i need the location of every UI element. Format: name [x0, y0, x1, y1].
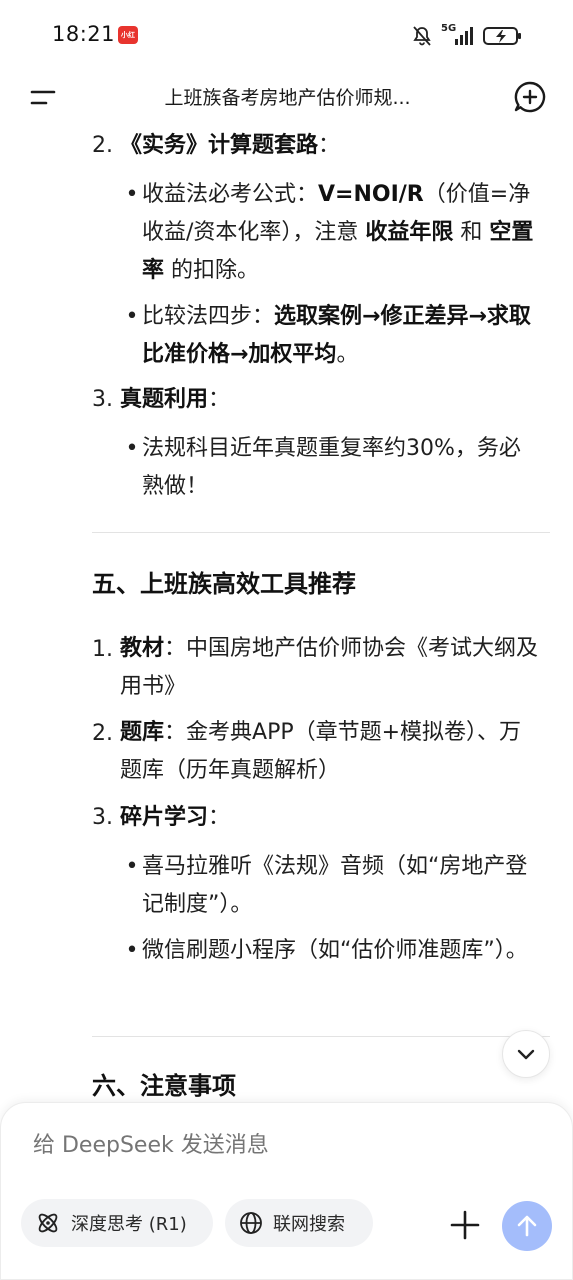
bullet-icon: • — [125, 304, 139, 329]
status-bar: 18:21 小红书 5G — [0, 0, 573, 72]
plus-icon — [450, 1210, 480, 1240]
list-item-suffix: ： — [208, 805, 231, 830]
bullet-text: 收益法必考公式：V=NOI/R（价值=净收益/资本化率），注意 收益年限 和 空… — [142, 176, 542, 290]
menu-icon — [30, 90, 56, 105]
list-item-title: 真题利用 — [120, 387, 209, 412]
globe-icon — [240, 1212, 262, 1234]
xiaohongshu-app-icon: 小红书 — [118, 26, 138, 57]
text-segment: 和 — [453, 220, 490, 245]
list-number: 3. — [92, 805, 113, 830]
deep-think-toggle[interactable]: 深度思考 (R1) — [21, 1199, 213, 1247]
message-input[interactable] — [33, 1127, 513, 1163]
chevron-down-icon — [517, 1049, 535, 1060]
list-number: 2. — [92, 133, 113, 158]
new-chat-button[interactable] — [513, 80, 547, 114]
bullet-icon: • — [125, 182, 139, 207]
section-heading-tools: 五、上班族高效工具推荐 — [92, 570, 356, 598]
atom-icon — [38, 1213, 58, 1233]
bullet-text: 法规科目近年真题重复率约30%，务必熟做！ — [142, 436, 521, 499]
bullet-item: • 收益法必考公式：V=NOI/R（价值=净收益/资本化率），注意 收益年限 和… — [122, 176, 542, 290]
tool-item-textbook: 教材：中国房地产估价师协会《考试大纲及用书》 — [120, 630, 540, 706]
web-search-label: 联网搜索 — [273, 1214, 345, 1235]
bullet-text: 喜马拉雅听《法规》音频（如“房地产登记制度”）。 — [142, 854, 528, 917]
divider — [92, 1036, 550, 1037]
chat-header: 上班族备考房地产估价师规... — [0, 72, 573, 124]
list-item-title: 题库 — [120, 720, 165, 745]
text-segment: 收益法必考公式： — [142, 182, 319, 207]
divider — [92, 532, 550, 533]
section-heading-notes: 六、注意事项 — [92, 1072, 236, 1100]
bullet-item: • 法规科目近年真题重复率约30%，务必熟做！ — [122, 430, 542, 506]
list-number: 1. — [92, 637, 113, 662]
list-item-past-exams: 3. 真题利用： — [92, 382, 230, 418]
tool-item-fragment-learning: 3. 碎片学习： — [92, 800, 230, 836]
arrow-up-icon — [517, 1215, 537, 1237]
send-button[interactable] — [502, 1201, 552, 1251]
status-icons: 5G — [411, 23, 523, 48]
new-chat-icon — [514, 81, 546, 113]
bullet-icon: • — [125, 854, 139, 879]
web-search-toggle[interactable]: 联网搜索 — [225, 1199, 373, 1247]
bullet-text: 微信刷题小程序（如“估价师准题库”）。 — [142, 938, 528, 963]
list-item-suffix: ： — [208, 387, 231, 412]
text-segment: 的扣除。 — [164, 258, 260, 283]
bullet-icon: • — [125, 436, 139, 461]
text-segment: ：金考典APP（章节题+模拟卷）、万题库（历年真题解析） — [120, 720, 522, 783]
bullet-icon: • — [125, 938, 139, 963]
tool-item-number: 1. — [92, 632, 120, 668]
bold-text: 收益年限 — [365, 220, 454, 245]
list-item-practice: 2. 《实务》计算题套路： — [92, 128, 340, 164]
attach-button[interactable] — [447, 1207, 483, 1243]
battery-charging-icon — [483, 27, 521, 45]
status-time: 18:21 — [52, 22, 116, 46]
list-number: 3. — [92, 387, 113, 412]
text-segment: 。 — [336, 342, 359, 367]
tool-item-number: 2. — [92, 716, 120, 752]
menu-button[interactable] — [28, 82, 60, 114]
formula-text: V=NOI/R — [318, 182, 424, 207]
message-composer: 深度思考 (R1) 联网搜索 — [0, 1102, 573, 1280]
list-item-suffix: ： — [318, 133, 341, 158]
signal-icon: 5G — [441, 23, 475, 47]
list-item-title: 教材 — [120, 636, 165, 661]
scroll-to-bottom-button[interactable] — [502, 1030, 550, 1078]
chat-title: 上班族备考房地产估价师规... — [164, 87, 411, 109]
list-item-title: 碎片学习 — [120, 805, 209, 830]
bullet-text: 比较法四步：选取案例→修正差异→求取比准价格→加权平均。 — [142, 298, 542, 374]
text-segment: ：中国房地产估价师协会《考试大纲及用书》 — [120, 636, 539, 699]
text-segment: 比较法四步： — [142, 304, 275, 329]
list-number: 2. — [92, 721, 113, 746]
list-item-title: 《实务》计算题套路 — [120, 133, 319, 158]
bullet-item: • 比较法四步：选取案例→修正差异→求取比准价格→加权平均。 — [122, 298, 542, 374]
tool-item-question-bank: 题库：金考典APP（章节题+模拟卷）、万题库（历年真题解析） — [120, 714, 540, 790]
deep-think-label: 深度思考 (R1) — [71, 1214, 187, 1235]
bell-muted-icon — [413, 26, 431, 46]
message-content: 2. 《实务》计算题套路： • 收益法必考公式：V=NOI/R（价值=净收益/资本… — [0, 124, 573, 1100]
bullet-item: • 喜马拉雅听《法规》音频（如“房地产登记制度”）。 — [122, 848, 542, 924]
bullet-item: • 微信刷题小程序（如“估价师准题库”）。 — [122, 932, 542, 1008]
